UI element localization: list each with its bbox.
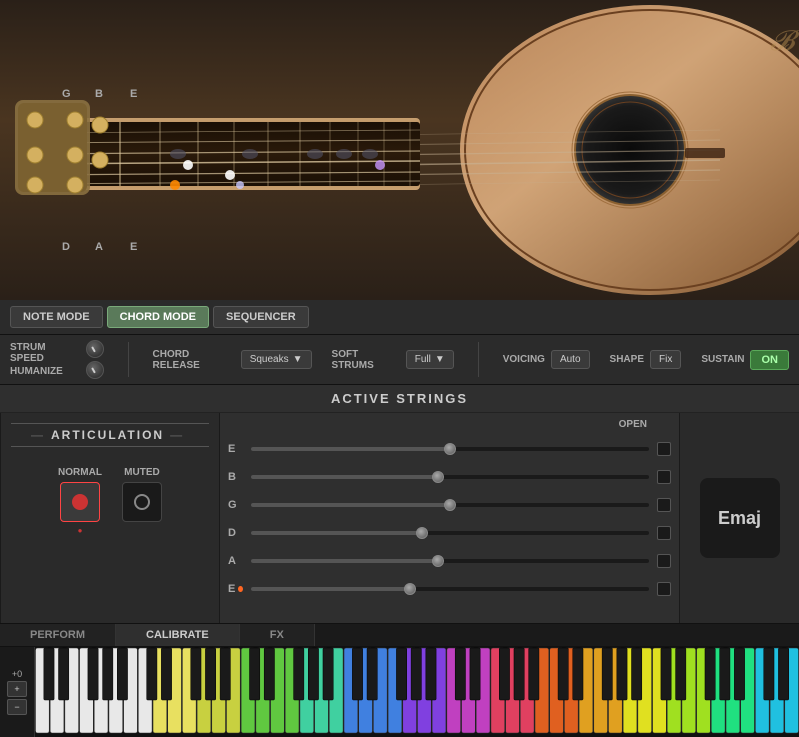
active-strings-header: ACTIVE STRINGS — [0, 385, 799, 413]
piano-controls: +0 + − — [0, 647, 35, 737]
string-row-e1: E — [220, 435, 679, 463]
articulation-buttons: NORMAL ● MUTED — [58, 467, 162, 535]
string-slider-b[interactable] — [251, 475, 649, 479]
strum-humanize-labels: STRUM SPEED HUMANIZE — [10, 342, 80, 377]
open-label: OPEN — [619, 419, 651, 430]
voicing-value-btn[interactable]: Auto — [551, 350, 590, 369]
soft-strums-value: Full — [415, 354, 431, 365]
open-checkbox-e2[interactable] — [657, 582, 671, 596]
tab-calibrate[interactable]: CALIBRATE — [116, 624, 240, 646]
muted-button[interactable] — [122, 482, 162, 522]
svg-text:G: G — [62, 88, 71, 100]
open-checkbox-d[interactable] — [657, 526, 671, 540]
string-slider-e2[interactable] — [251, 587, 649, 591]
shape-label: SHAPE — [610, 354, 644, 365]
normal-dot: ● — [78, 526, 83, 535]
string-name-d: D — [228, 527, 243, 539]
string-name-e2: E — [228, 583, 243, 595]
strings-content: OPEN E B G — [220, 413, 679, 603]
string-row-e2: E — [220, 575, 679, 603]
string-name-e1: E — [228, 443, 243, 455]
svg-text:E: E — [130, 88, 137, 100]
chord-release-group: CHORD RELEASE Squeaks ▼ — [153, 349, 312, 371]
active-strings-title: ACTIVE STRINGS — [331, 391, 468, 406]
string-row-d: D — [220, 519, 679, 547]
articulation-title-text: ARTICULATION — [51, 428, 164, 442]
chord-display: Emaj — [679, 413, 799, 623]
main-panel: ARTICULATION NORMAL ● MUTED — [0, 413, 799, 623]
piano-keyboard[interactable] — [35, 647, 799, 737]
normal-label: NORMAL — [58, 467, 102, 478]
string-name-a: A — [228, 555, 243, 567]
pitch-down-btn[interactable]: − — [7, 699, 27, 715]
chord-box: Emaj — [700, 478, 780, 558]
chord-release-arrow: ▼ — [293, 354, 303, 365]
divider-2 — [478, 342, 479, 377]
string-slider-e1[interactable] — [251, 447, 649, 451]
mode-buttons: NOTE MODE CHORD MODE SEQUENCER — [0, 300, 799, 335]
humanize-label: HUMANIZE — [10, 366, 80, 377]
string-row-b: B — [220, 463, 679, 491]
muted-btn-group: MUTED — [122, 467, 162, 535]
string-slider-d[interactable] — [251, 531, 649, 535]
normal-icon — [72, 494, 88, 510]
open-checkbox-a[interactable] — [657, 554, 671, 568]
articulation-title: ARTICULATION — [11, 423, 209, 447]
string-row-g: G — [220, 491, 679, 519]
svg-text:D: D — [62, 241, 70, 253]
pitch-up-btn[interactable]: + — [7, 681, 27, 697]
svg-text:E: E — [130, 241, 137, 253]
active-strings-section: OPEN E B G — [220, 413, 679, 623]
chord-release-dropdown[interactable]: Squeaks ▼ — [241, 350, 312, 369]
string-slider-a[interactable] — [251, 559, 649, 563]
humanize-knob[interactable] — [86, 361, 104, 379]
string-row-a: A — [220, 547, 679, 575]
piano-section: +0 + − — [0, 647, 799, 737]
sequencer-button[interactable]: SEQUENCER — [213, 306, 309, 328]
chord-release-label: CHORD RELEASE — [153, 349, 235, 371]
chord-name: Emaj — [718, 508, 761, 529]
sustain-group: SUSTAIN ON — [701, 350, 789, 370]
open-checkbox-b[interactable] — [657, 470, 671, 484]
guitar-section: 𝓑𝓒 — [0, 0, 799, 300]
sustain-label: SUSTAIN — [701, 354, 744, 365]
shape-value-btn[interactable]: Fix — [650, 350, 681, 369]
normal-button[interactable] — [60, 482, 100, 522]
soft-strums-arrow: ▼ — [435, 354, 445, 365]
open-checkbox-e1[interactable] — [657, 442, 671, 456]
strum-speed-label: STRUM SPEED — [10, 342, 80, 364]
open-checkbox-g[interactable] — [657, 498, 671, 512]
shape-value: Fix — [659, 354, 672, 365]
string-name-g: G — [228, 499, 243, 511]
chord-mode-button[interactable]: CHORD MODE — [107, 306, 209, 328]
voicing-group: VOICING Auto — [503, 350, 590, 369]
voicing-label: VOICING — [503, 354, 545, 365]
svg-text:A: A — [95, 241, 103, 253]
pitch-value: +0 — [12, 669, 22, 679]
articulation-panel: ARTICULATION NORMAL ● MUTED — [0, 413, 220, 623]
soft-strums-dropdown[interactable]: Full ▼ — [406, 350, 454, 369]
svg-text:𝓑𝓒: 𝓑𝓒 — [770, 26, 799, 57]
sustain-toggle[interactable]: ON — [750, 350, 789, 370]
divider-1 — [128, 342, 129, 377]
voicing-value: Auto — [560, 354, 581, 365]
normal-btn-group: NORMAL ● — [58, 467, 102, 535]
soft-strums-group: SOFT STRUMS Full ▼ — [332, 349, 454, 371]
controls-row: STRUM SPEED HUMANIZE CHORD RELEASE Squea… — [0, 335, 799, 385]
note-mode-button[interactable]: NOTE MODE — [10, 306, 103, 328]
svg-text:B: B — [95, 88, 103, 100]
string-name-b: B — [228, 471, 243, 483]
chord-release-value: Squeaks — [250, 354, 289, 365]
strum-humanize-group: STRUM SPEED HUMANIZE — [10, 340, 104, 379]
tab-perform[interactable]: PERFORM — [0, 624, 116, 646]
muted-label: MUTED — [124, 467, 160, 478]
shape-group: SHAPE Fix — [610, 350, 682, 369]
tab-fx[interactable]: FX — [240, 624, 315, 646]
string-slider-g[interactable] — [251, 503, 649, 507]
muted-icon — [134, 494, 150, 510]
bottom-tabs: PERFORM CALIBRATE FX — [0, 623, 799, 647]
knob-pair — [86, 340, 104, 379]
strum-speed-knob[interactable] — [86, 340, 104, 358]
soft-strums-label: SOFT STRUMS — [332, 349, 400, 371]
